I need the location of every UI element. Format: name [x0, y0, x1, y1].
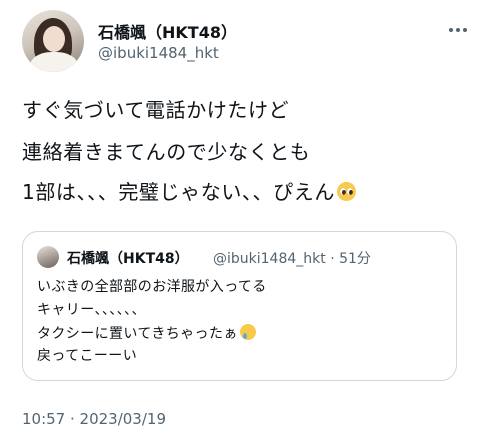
profile-avatar[interactable]: [22, 10, 84, 72]
quoted-text-line: いぶきの全部部のお洋服が入ってる: [37, 279, 267, 295]
tweet-text-line: 連絡着きまてんので少なくとも: [22, 140, 311, 164]
quoted-text-line-with-emoji: タクシーに置いてきちゃったぁ: [37, 324, 256, 343]
avatar-body: [30, 52, 78, 72]
more-options-icon[interactable]: [446, 24, 470, 36]
pleading-face-emoji-icon: [336, 182, 356, 201]
quoted-avatar: [37, 246, 59, 268]
avatar-face: [43, 26, 65, 52]
author-handle[interactable]: @ibuki1484_hkt: [98, 44, 219, 62]
tweet-text-line: すぐ気づいて電話かけたけど: [22, 98, 290, 122]
author-display-name[interactable]: 石橋颯（HKT48）: [98, 19, 237, 43]
more-dot: [456, 28, 460, 32]
more-dot: [463, 28, 467, 32]
tweet-timestamp[interactable]: 10:57 · 2023/03/19: [22, 410, 166, 428]
quoted-handle-time: @ibuki1484_hkt · 51分: [213, 251, 371, 267]
crying-face-emoji-icon: [239, 324, 256, 340]
tweet-text-line: 1部は、、、完璧じゃない、、ぴえん: [22, 180, 335, 204]
quoted-display-name: 石橋颯（HKT48）: [67, 251, 189, 267]
more-dot: [449, 28, 453, 32]
quoted-text-line: タクシーに置いてきちゃったぁ: [37, 326, 238, 342]
quoted-tweet-card[interactable]: 石橋颯（HKT48） @ibuki1484_hkt · 51分 いぶきの全部部の…: [22, 231, 457, 381]
tweet-text-line-with-emoji: 1部は、、、完璧じゃない、、ぴえん: [22, 180, 356, 204]
quoted-text-line: 戻ってこーーい: [37, 348, 138, 364]
quoted-text-line: キャリー、、、、、、: [37, 302, 146, 318]
